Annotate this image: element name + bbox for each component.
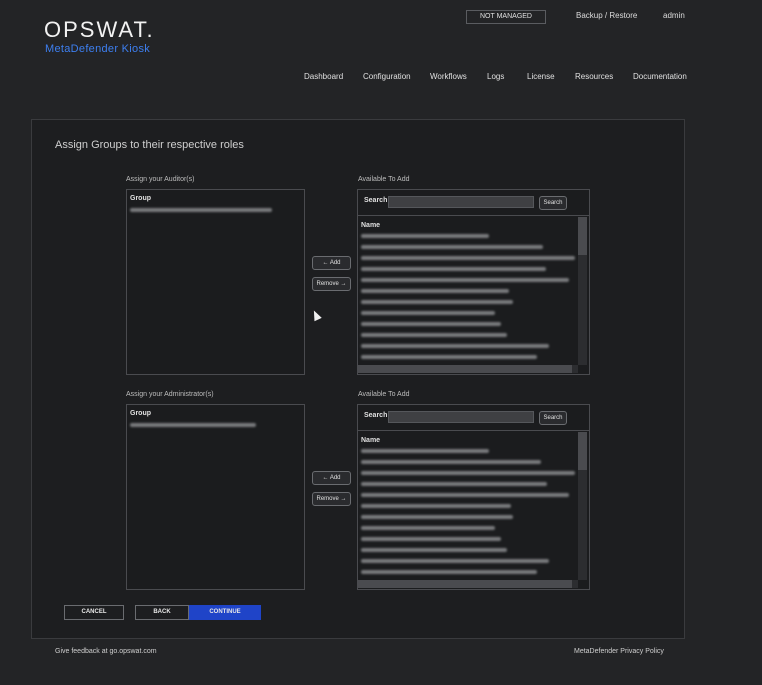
- list-item[interactable]: [361, 300, 513, 304]
- list-item[interactable]: [361, 333, 507, 337]
- nav-resources[interactable]: Resources: [575, 72, 613, 81]
- list-item[interactable]: [361, 570, 537, 574]
- scroll-thumb[interactable]: [578, 217, 587, 255]
- page-title: Assign Groups to their respective roles: [55, 139, 244, 151]
- list-item[interactable]: [361, 322, 501, 326]
- auditors-search-input[interactable]: [388, 196, 534, 208]
- list-item[interactable]: [361, 449, 489, 453]
- list-item[interactable]: [361, 355, 537, 359]
- cancel-button[interactable]: CANCEL: [64, 605, 124, 620]
- administrators-assigned-list[interactable]: Group: [126, 404, 305, 590]
- auditors-available-list: Search Search Name: [357, 189, 590, 375]
- nav-license[interactable]: License: [527, 72, 555, 81]
- administrators-available-label: Available To Add: [358, 391, 410, 398]
- administrators-available-list: Search Search Name: [357, 404, 590, 590]
- list-item[interactable]: [361, 289, 509, 293]
- list-item[interactable]: [361, 515, 513, 519]
- nav-dashboard[interactable]: Dashboard: [304, 72, 343, 81]
- nav-logs[interactable]: Logs: [487, 72, 504, 81]
- opswat-logo: OPSWAT.: [44, 17, 155, 42]
- list-item[interactable]: [361, 504, 511, 508]
- backup-restore-link[interactable]: Backup / Restore: [576, 11, 637, 20]
- scroll-thumb[interactable]: [358, 580, 572, 588]
- list-item[interactable]: [361, 493, 569, 497]
- name-column-header: Name: [361, 437, 381, 444]
- scroll-thumb[interactable]: [578, 432, 587, 470]
- list-item[interactable]: [361, 537, 501, 541]
- nav-documentation[interactable]: Documentation: [633, 72, 687, 81]
- product-name: MetaDefender Kiosk: [45, 43, 151, 55]
- list-item[interactable]: [361, 267, 546, 271]
- scroll-thumb[interactable]: [358, 365, 572, 373]
- list-item[interactable]: [130, 423, 256, 427]
- search-label: Search: [364, 197, 388, 204]
- nav-configuration[interactable]: Configuration: [363, 72, 411, 81]
- list-item[interactable]: [361, 245, 543, 249]
- list-item[interactable]: [361, 278, 569, 282]
- list-item[interactable]: [130, 208, 272, 212]
- list-item[interactable]: [361, 344, 549, 348]
- administrators-horizontal-scrollbar[interactable]: [358, 580, 578, 588]
- list-item[interactable]: [361, 256, 575, 260]
- feedback-link[interactable]: Give feedback at go.opswat.com: [55, 648, 157, 655]
- list-item[interactable]: [361, 471, 575, 475]
- administrators-search-button[interactable]: Search: [539, 411, 567, 425]
- status-badge: NOT MANAGED: [466, 10, 546, 24]
- auditors-assigned-list[interactable]: Group: [126, 189, 305, 375]
- auditors-vertical-scrollbar[interactable]: [578, 217, 587, 365]
- administrators-remove-button[interactable]: Remove →: [312, 492, 351, 506]
- list-item[interactable]: [361, 548, 507, 552]
- auditors-add-button[interactable]: ← Add: [312, 256, 351, 270]
- administrators-search-input[interactable]: [388, 411, 534, 423]
- auditors-search-button[interactable]: Search: [539, 196, 567, 210]
- group-column-header: Group: [130, 410, 151, 417]
- auditors-remove-button[interactable]: Remove →: [312, 277, 351, 291]
- list-item[interactable]: [361, 234, 489, 238]
- list-item[interactable]: [361, 526, 495, 530]
- list-item[interactable]: [361, 559, 549, 563]
- name-column-header: Name: [361, 222, 381, 229]
- administrators-vertical-scrollbar[interactable]: [578, 432, 587, 580]
- nav-workflows[interactable]: Workflows: [430, 72, 467, 81]
- privacy-policy-link[interactable]: MetaDefender Privacy Policy: [574, 648, 664, 655]
- administrators-add-button[interactable]: ← Add: [312, 471, 351, 485]
- search-label: Search: [364, 412, 388, 419]
- user-menu[interactable]: admin: [663, 11, 685, 20]
- divider: [358, 430, 589, 431]
- auditors-label: Assign your Auditor(s): [126, 176, 195, 183]
- auditors-horizontal-scrollbar[interactable]: [358, 365, 578, 373]
- group-column-header: Group: [130, 195, 151, 202]
- auditors-available-label: Available To Add: [358, 176, 410, 183]
- list-item[interactable]: [361, 311, 495, 315]
- list-item[interactable]: [361, 460, 541, 464]
- back-button[interactable]: BACK: [135, 605, 189, 620]
- continue-button[interactable]: CONTINUE: [189, 605, 261, 620]
- administrators-label: Assign your Administrator(s): [126, 391, 214, 398]
- divider: [358, 215, 589, 216]
- list-item[interactable]: [361, 482, 547, 486]
